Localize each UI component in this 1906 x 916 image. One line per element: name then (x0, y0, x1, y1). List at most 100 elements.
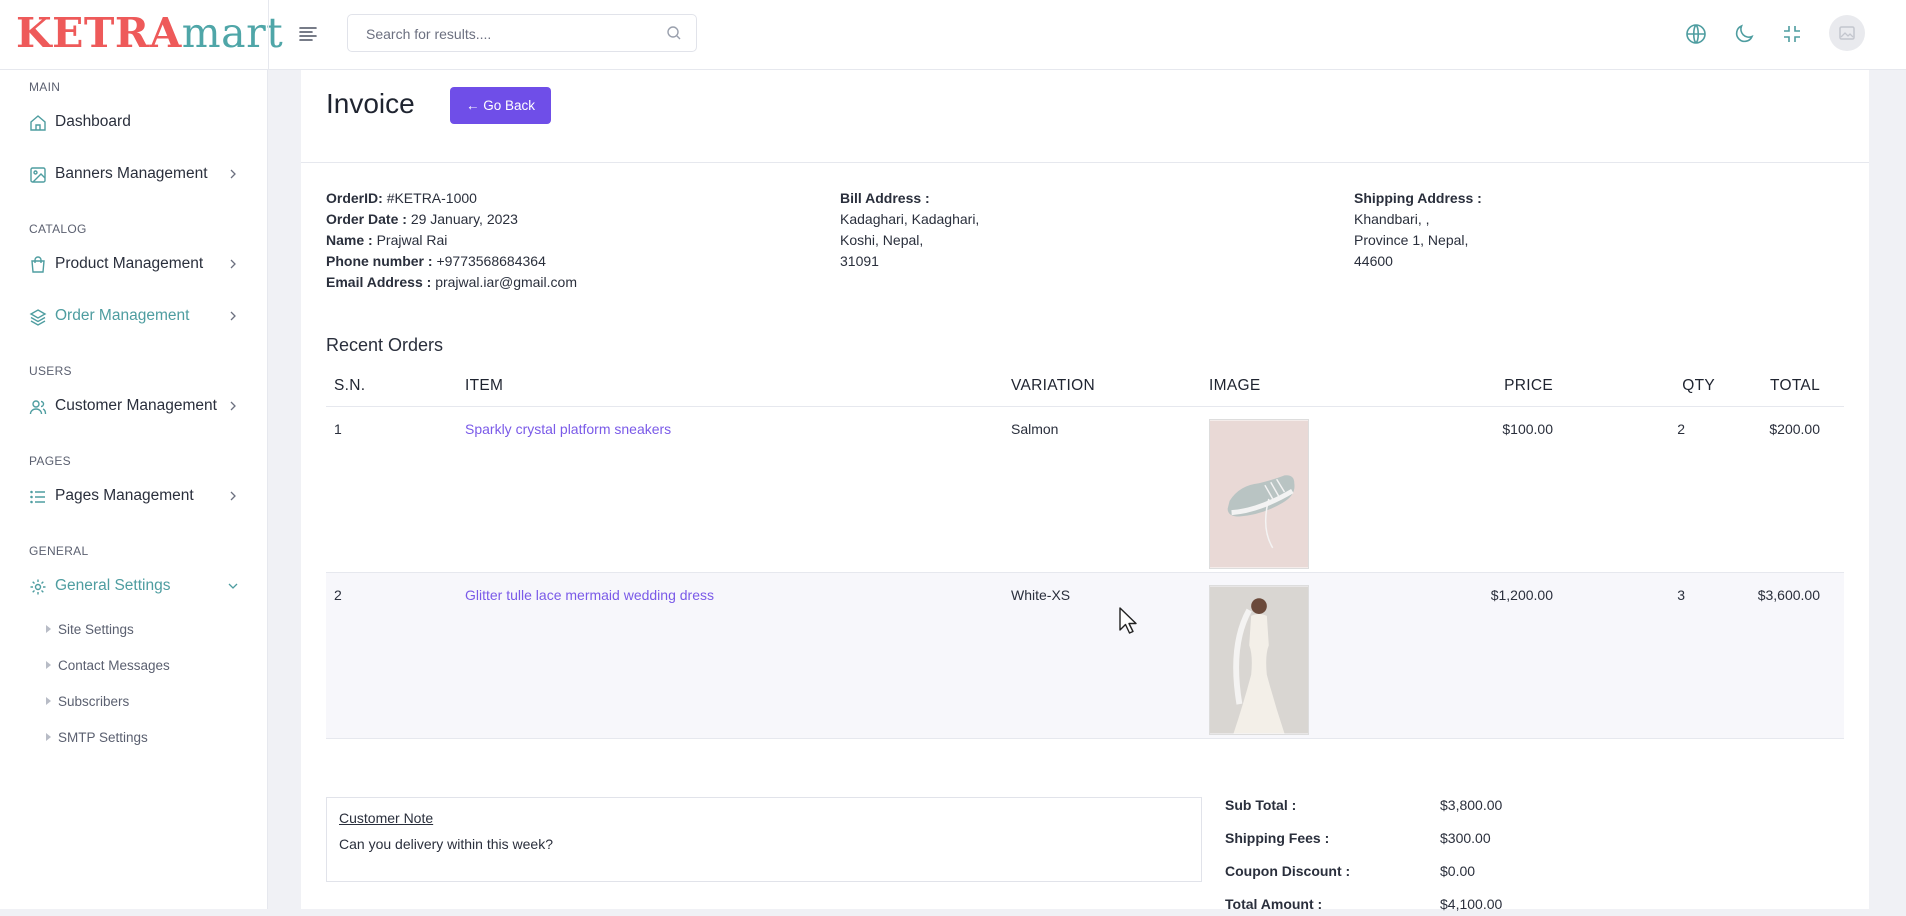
shipping-address-line: Khandbari, , (1354, 211, 1430, 227)
shipping-fees-value: $300.00 (1440, 830, 1491, 846)
cell-image (1201, 572, 1407, 739)
sidebar-item-products[interactable]: Product Management (29, 252, 239, 278)
go-back-label: Go Back (483, 98, 536, 113)
subitem-label: SMTP Settings (58, 730, 148, 745)
sidebar-subitem-contact-messages[interactable]: Contact Messages (46, 658, 170, 678)
cell-image (1201, 406, 1407, 573)
chevron-right-icon (230, 311, 236, 321)
bullet-icon (46, 697, 51, 705)
shipping-address: Shipping Address : Khandbari, , Province… (1354, 188, 1482, 272)
customer-name-value: Prajwal Rai (376, 232, 448, 248)
menu-toggle-icon[interactable] (296, 22, 320, 46)
list-icon (30, 490, 45, 504)
divider (301, 162, 1869, 163)
item-link[interactable]: Glitter tulle lace mermaid wedding dress (465, 587, 714, 603)
sidebar: MAIN Dashboard Banners Management CATALO… (0, 70, 268, 909)
cell-variation: White-XS (1003, 572, 1201, 739)
sidebar-item-banners[interactable]: Banners Management (29, 162, 239, 188)
moon-icon[interactable] (1732, 22, 1756, 46)
search-box (347, 14, 697, 53)
chevron-down-icon (228, 583, 238, 589)
cell-variation: Salmon (1003, 406, 1201, 573)
sidebar-item-customers[interactable]: Customer Management (29, 394, 239, 420)
total-amount-row: Total Amount : $4,100.00 (1225, 896, 1525, 916)
cell-price: $1,200.00 (1407, 572, 1561, 739)
bill-address-label: Bill Address : (840, 190, 930, 206)
invoice-card: Invoice ← Go Back OrderID: #KETRA-1000 O… (301, 70, 1869, 912)
bill-address: Bill Address : Kadaghari, Kadaghari, Kos… (840, 188, 979, 272)
section-title-pages: PAGES (29, 454, 71, 468)
bullet-icon (46, 625, 51, 633)
cell-total: $200.00 (1723, 406, 1844, 573)
home-icon (30, 115, 46, 131)
order-info: OrderID: #KETRA-1000 Order Date : 29 Jan… (326, 188, 577, 293)
section-title-users: USERS (29, 364, 72, 378)
chevron-right-icon (230, 401, 236, 411)
search-input[interactable] (364, 15, 658, 53)
col-variation: VARIATION (1003, 366, 1201, 407)
go-back-button[interactable]: ← Go Back (450, 87, 551, 124)
order-id-value: #KETRA-1000 (386, 190, 477, 206)
customer-note-text: Can you delivery within this week? (339, 836, 553, 852)
gear-icon (30, 579, 46, 595)
page-title: Invoice (326, 88, 415, 119)
section-title-catalog: CATALOG (29, 222, 87, 236)
mouse-cursor-icon (1119, 607, 1137, 634)
sneaker-photo (1209, 419, 1309, 569)
chevron-right-icon (230, 491, 236, 501)
search-icon[interactable] (666, 25, 682, 41)
subitem-label: Contact Messages (58, 658, 170, 673)
sidebar-item-label: Dashboard (55, 113, 131, 130)
sidebar-item-label: Banners Management (55, 165, 208, 182)
recent-orders: Recent Orders S.N. ITEM VARIATION IMAGE … (326, 330, 1844, 770)
shipping-fees-label: Shipping Fees : (1225, 830, 1330, 846)
layers-icon (29, 309, 47, 326)
subtotal-label: Sub Total : (1225, 797, 1297, 813)
users-icon (29, 400, 47, 415)
cell-price: $100.00 (1407, 406, 1561, 573)
globe-icon[interactable] (1684, 22, 1708, 46)
sidebar-item-general-settings[interactable]: General Settings (29, 574, 239, 600)
sidebar-item-orders[interactable]: Order Management (29, 304, 239, 330)
top-header: KETRAmart (0, 0, 1906, 70)
sidebar-item-dashboard[interactable]: Dashboard (29, 110, 239, 136)
wedding-dress-photo (1209, 585, 1309, 735)
email-value: prajwal.iar@gmail.com (435, 274, 577, 290)
email-label: Email Address : (326, 274, 432, 290)
cell-total: $3,600.00 (1723, 572, 1844, 739)
table-header-row: S.N. ITEM VARIATION IMAGE PRICE QTY TOTA… (326, 366, 1844, 407)
order-id-label: OrderID: (326, 190, 383, 206)
col-item: ITEM (457, 366, 1003, 407)
user-avatar[interactable] (1829, 15, 1865, 51)
collapse-icon[interactable] (1780, 22, 1804, 46)
subtotal-value: $3,800.00 (1440, 797, 1503, 813)
brand-logo-part1: KETRA (16, 9, 182, 57)
sidebar-item-label: Product Management (55, 255, 204, 272)
col-price: PRICE (1407, 366, 1561, 407)
section-title-general: GENERAL (29, 544, 89, 558)
order-date-label: Order Date : (326, 211, 407, 227)
cell-sn: 1 (326, 406, 457, 573)
page-scrollbar[interactable] (1890, 70, 1906, 909)
item-link[interactable]: Sparkly crystal platform sneakers (465, 421, 671, 437)
sidebar-subitem-subscribers[interactable]: Subscribers (46, 694, 129, 714)
brand-logo[interactable]: KETRAmart (16, 10, 283, 56)
col-total: TOTAL (1723, 366, 1844, 407)
sidebar-subitem-smtp-settings[interactable]: SMTP Settings (46, 730, 148, 750)
bullet-icon (46, 733, 51, 741)
cell-sn: 2 (326, 572, 457, 739)
coupon-discount-row: Coupon Discount : $0.00 (1225, 863, 1525, 883)
shipping-address-line: Province 1, Nepal, (1354, 232, 1469, 248)
header-divider (268, 0, 269, 70)
sidebar-subitem-site-settings[interactable]: Site Settings (46, 622, 134, 642)
bullet-icon (46, 661, 51, 669)
phone-value: +9773568684364 (436, 253, 546, 269)
section-title-main: MAIN (29, 80, 61, 94)
bill-address-line: 31091 (840, 253, 879, 269)
subtotal-row: Sub Total : $3,800.00 (1225, 797, 1525, 817)
col-sn: S.N. (326, 366, 457, 407)
sidebar-item-label: Pages Management (55, 487, 194, 504)
table-row: 2 Glitter tulle lace mermaid wedding dre… (326, 572, 1844, 739)
sidebar-item-pages[interactable]: Pages Management (29, 484, 239, 510)
order-date-value: 29 January, 2023 (410, 211, 518, 227)
